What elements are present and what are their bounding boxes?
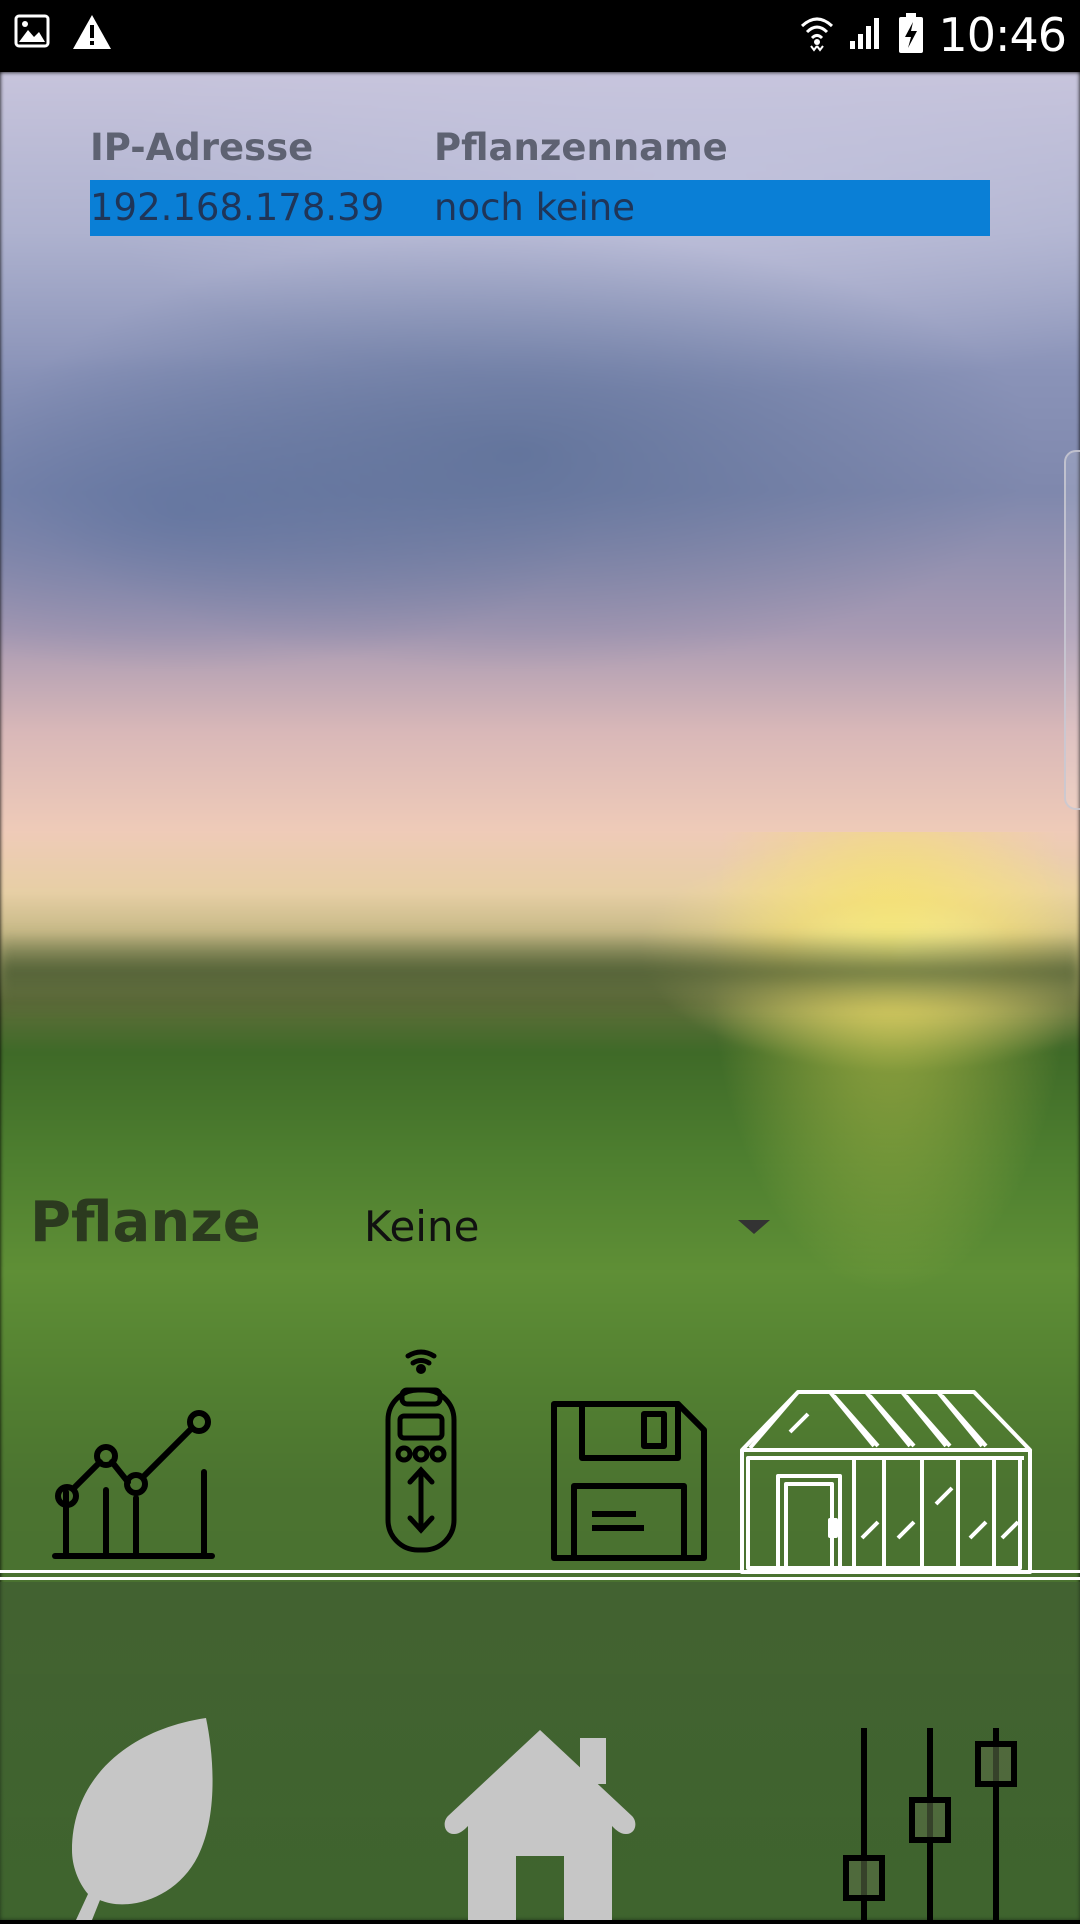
device-table: IP-Adresse Pflanzenname 192.168.178.39 n…: [90, 118, 990, 236]
cell-ip: 192.168.178.39: [90, 186, 385, 229]
greenhouse-icon: [738, 1388, 1034, 1574]
warning-icon: [72, 14, 112, 54]
plant-label: Pflanze: [30, 1190, 261, 1255]
remote-control-icon: [380, 1346, 462, 1554]
image-icon: [14, 14, 50, 54]
status-bar: 10:46: [0, 0, 1080, 72]
save-button[interactable]: [550, 1400, 708, 1562]
greenhouse-button[interactable]: [738, 1388, 1034, 1574]
divider: [0, 1570, 1080, 1580]
chart-button[interactable]: [50, 1400, 220, 1564]
save-icon: [550, 1400, 708, 1562]
home-icon: [440, 1730, 640, 1924]
table-row[interactable]: 192.168.178.39 noch keine: [90, 180, 990, 236]
edge-panel-handle[interactable]: [1064, 450, 1080, 810]
clock: 10:46: [938, 8, 1067, 62]
signal-icon: [848, 15, 884, 55]
cell-plant-name: noch keine: [434, 186, 636, 229]
nav-home-button[interactable]: [440, 1724, 640, 1924]
nav-plants-button[interactable]: [66, 1716, 216, 1924]
background-scene: [0, 72, 1080, 1920]
battery-charging-icon: [898, 12, 924, 58]
remote-control-button[interactable]: [380, 1346, 462, 1554]
chart-icon: [50, 1400, 220, 1564]
plant-dropdown-value: Keine: [364, 1202, 480, 1251]
nav-settings-button[interactable]: [840, 1724, 1020, 1924]
table-header: IP-Adresse Pflanzenname: [90, 118, 990, 176]
column-header-ip: IP-Adresse: [90, 126, 314, 169]
sliders-icon: [840, 1728, 1020, 1924]
dropdown-arrow-icon: [738, 1220, 770, 1234]
wifi-icon: [800, 14, 834, 56]
leaf-icon: [66, 1718, 216, 1924]
plant-dropdown[interactable]: Keine: [360, 1198, 780, 1258]
column-header-plant-name: Pflanzenname: [434, 126, 728, 169]
